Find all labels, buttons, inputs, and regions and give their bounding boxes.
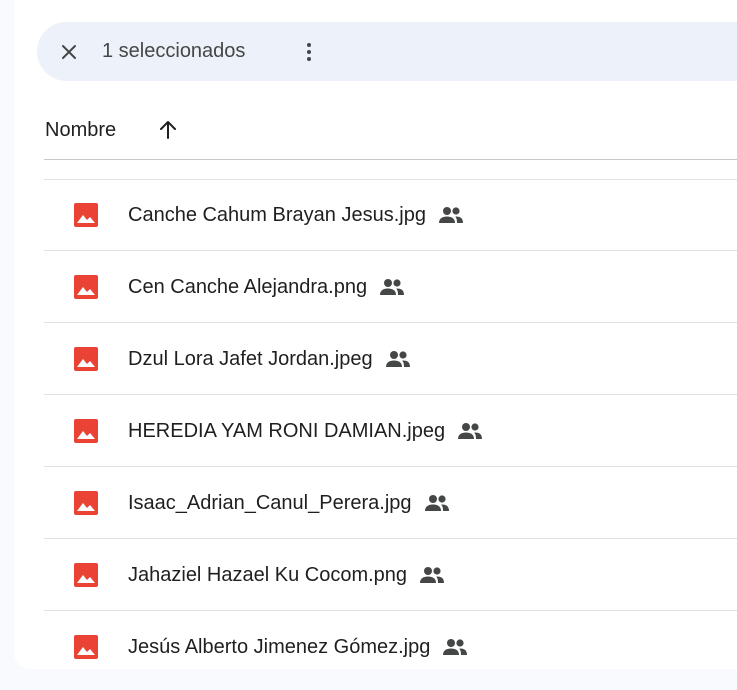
file-name: Jahaziel Hazael Ku Cocom.png — [128, 564, 408, 586]
image-file-icon — [74, 419, 98, 443]
file-row[interactable]: Jahaziel Hazael Ku Cocom.png — [44, 539, 737, 611]
clear-selection-button[interactable] — [49, 32, 89, 72]
sort-by-name-label[interactable]: Nombre — [45, 118, 116, 142]
shared-people-icon — [420, 567, 445, 583]
file-name: Isaac_Adrian_Canul_Perera.jpg — [128, 492, 412, 514]
selection-toolbar: 1 seleccionados — [37, 22, 737, 81]
image-file-icon — [74, 635, 98, 659]
more-actions-button[interactable] — [289, 32, 329, 72]
shared-people-icon — [443, 639, 468, 655]
file-name: Jesús Alberto Jimenez Gómez.jpg — [128, 636, 431, 658]
file-row[interactable]: Dzul Lora Jafet Jordan.jpeg — [44, 323, 737, 395]
image-file-icon — [74, 347, 98, 371]
shared-people-icon — [385, 351, 410, 367]
arrow-up-icon — [160, 121, 176, 139]
list-header: Nombre — [44, 108, 737, 160]
file-list: Canche Cahum Brayan Jesus.jpg Cen Canche… — [44, 179, 737, 669]
image-file-icon — [74, 275, 98, 299]
image-file-icon — [74, 563, 98, 587]
shared-people-icon — [424, 495, 449, 511]
file-list-panel: 1 seleccionados Nombre Canche Cahum Bray… — [14, 0, 737, 669]
selection-count: 1 seleccionados — [102, 40, 246, 62]
more-vert-icon — [307, 43, 311, 61]
close-icon — [62, 45, 76, 59]
file-row[interactable]: Cen Canche Alejandra.png — [44, 251, 737, 323]
shared-people-icon — [380, 279, 405, 295]
shared-people-icon — [438, 207, 463, 223]
image-file-icon — [74, 491, 98, 515]
file-row[interactable]: Jesús Alberto Jimenez Gómez.jpg — [44, 611, 737, 669]
file-row[interactable]: Isaac_Adrian_Canul_Perera.jpg — [44, 467, 737, 539]
file-name: Canche Cahum Brayan Jesus.jpg — [128, 204, 426, 226]
sort-direction-button[interactable] — [152, 114, 184, 146]
shared-people-icon — [458, 423, 483, 439]
image-file-icon — [74, 203, 98, 227]
file-name: Dzul Lora Jafet Jordan.jpeg — [128, 348, 373, 370]
file-row[interactable]: Canche Cahum Brayan Jesus.jpg — [44, 179, 737, 251]
file-name: Cen Canche Alejandra.png — [128, 276, 368, 298]
file-row[interactable]: HEREDIA YAM RONI DAMIAN.jpeg — [44, 395, 737, 467]
file-name: HEREDIA YAM RONI DAMIAN.jpeg — [128, 420, 446, 442]
